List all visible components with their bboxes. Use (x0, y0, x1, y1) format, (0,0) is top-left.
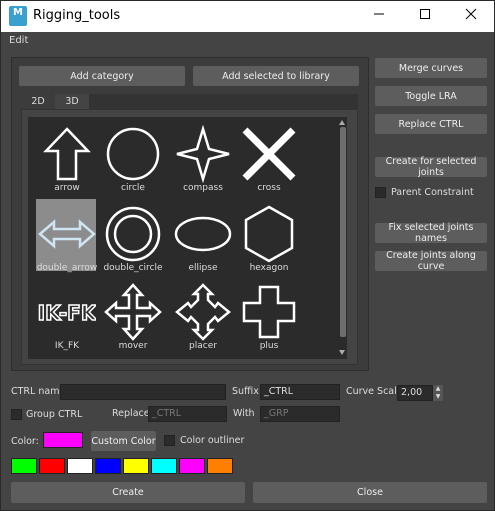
double-arrow-icon (38, 219, 96, 249)
shape-cross[interactable]: cross (236, 117, 302, 195)
color-outliner-label: Color outliner (180, 435, 245, 446)
spin-up-icon[interactable]: ▲ (433, 385, 443, 393)
scroll-thumb[interactable] (340, 127, 346, 337)
palette-swatch[interactable] (39, 458, 65, 474)
group-ctrl-checkbox[interactable] (11, 409, 22, 420)
shape-label: circle (121, 183, 145, 193)
menu-edit[interactable]: Edit (9, 35, 28, 46)
shape-label: cross (257, 183, 281, 193)
mover-icon (104, 283, 162, 341)
with-label: With (233, 408, 255, 419)
parent-constraint-checkbox[interactable] (375, 187, 386, 198)
shape-label: mover (118, 341, 148, 351)
shape-hexagon[interactable]: hexagon (236, 197, 302, 275)
close-icon[interactable] (448, 1, 494, 32)
palette-swatch[interactable] (67, 458, 93, 474)
double-circle-icon (105, 206, 161, 262)
tab-strip (88, 94, 358, 109)
shape-circle[interactable]: circle (100, 117, 166, 195)
ctrl-name-input[interactable] (60, 384, 226, 400)
group-ctrl-label: Group CTRL (26, 409, 83, 420)
color-label: Color: (11, 436, 39, 447)
curve-scale-input[interactable]: 2,00 (397, 385, 433, 401)
with-input[interactable]: _GRP (260, 406, 340, 422)
placer-icon (175, 283, 231, 341)
create-for-selected-joints-button[interactable]: Create for selected joints (375, 156, 487, 178)
shape-compass[interactable]: compass (170, 117, 236, 195)
curve-scale-label: Curve Scale (346, 386, 403, 397)
shape-placer[interactable]: placer (170, 275, 236, 353)
shape-label: hexagon (249, 263, 289, 273)
ctrl-name-label: CTRL name (11, 386, 66, 397)
tab-2d[interactable]: 2D (21, 94, 55, 109)
shape-label: arrow (54, 183, 80, 193)
add-category-button[interactable]: Add category (19, 66, 185, 86)
toggle-lra-button[interactable]: Toggle LRA (375, 86, 487, 106)
menu-bar: Edit (1, 32, 494, 49)
palette-swatch[interactable] (11, 458, 37, 474)
title-bar[interactable]: M Rigging_tools (1, 1, 494, 32)
ik-fk-icon: IK-FK (38, 300, 96, 326)
shape-double-circle[interactable]: double_circle (100, 197, 166, 275)
suffix-label: Suffix (232, 386, 259, 397)
merge-curves-button[interactable]: Merge curves (375, 58, 487, 78)
replace-label: Replace (112, 408, 150, 419)
hexagon-icon (244, 205, 294, 263)
window-title: Rigging_tools (33, 8, 121, 23)
suffix-input[interactable]: _CTRL (260, 384, 340, 400)
ellipse-icon (174, 216, 232, 252)
svg-text:IK-FK: IK-FK (38, 301, 96, 325)
library-scrollbar[interactable] (338, 119, 347, 357)
replace-input[interactable]: _CTRL (148, 406, 227, 422)
maximize-icon[interactable] (402, 1, 448, 32)
scroll-down-icon[interactable] (339, 350, 345, 355)
close-button[interactable]: Close (253, 482, 487, 503)
palette-swatch[interactable] (95, 458, 121, 474)
arrow-icon (43, 127, 91, 181)
scroll-up-icon[interactable] (339, 120, 345, 125)
palette-swatch[interactable] (151, 458, 177, 474)
shape-label: double_circle (103, 263, 163, 273)
add-selected-to-library-button[interactable]: Add selected to library (193, 66, 359, 86)
plus-icon (242, 285, 296, 339)
create-button[interactable]: Create (11, 482, 245, 503)
shape-label: plus (259, 341, 279, 351)
shape-label: ellipse (188, 263, 218, 273)
circle-icon (106, 127, 160, 181)
create-joints-along-curve-button[interactable]: Create joints along curve (375, 250, 487, 272)
palette-swatch[interactable] (179, 458, 205, 474)
shape-arrow[interactable]: arrow (34, 117, 100, 195)
fix-selected-joints-names-button[interactable]: Fix selected joints names (375, 222, 487, 244)
palette-swatch[interactable] (207, 458, 233, 474)
parent-constraint-label: Parent Constraint (391, 187, 474, 198)
shape-mover[interactable]: mover (100, 275, 166, 353)
shape-ellipse[interactable]: ellipse (170, 197, 236, 275)
shape-ik-fk[interactable]: IK-FK IK_FK (34, 275, 100, 353)
minimize-icon[interactable] (356, 1, 402, 32)
shape-label: IK_FK (54, 341, 80, 351)
replace-ctrl-button[interactable]: Replace CTRL (375, 114, 487, 134)
current-color-swatch[interactable] (43, 432, 83, 448)
maya-app-icon: M (9, 6, 27, 26)
shape-label: double_arrow (36, 263, 98, 273)
shape-plus[interactable]: plus (236, 275, 302, 353)
color-outliner-checkbox[interactable] (164, 435, 175, 446)
palette-swatch[interactable] (123, 458, 149, 474)
custom-color-button[interactable]: Custom Color (91, 431, 156, 451)
shape-double-arrow[interactable]: double_arrow (34, 197, 100, 275)
compass-icon (176, 124, 230, 183)
rigging-tools-window: M Rigging_tools Edit Add category Add se… (0, 0, 495, 511)
shape-grid: arrow circle compass cross double_arrow … (28, 117, 347, 359)
cross-icon (242, 127, 296, 181)
shape-label: placer (189, 341, 217, 351)
tab-3d[interactable]: 3D (55, 94, 89, 109)
spin-down-icon[interactable]: ▼ (433, 393, 443, 401)
shape-label: compass (183, 183, 223, 193)
